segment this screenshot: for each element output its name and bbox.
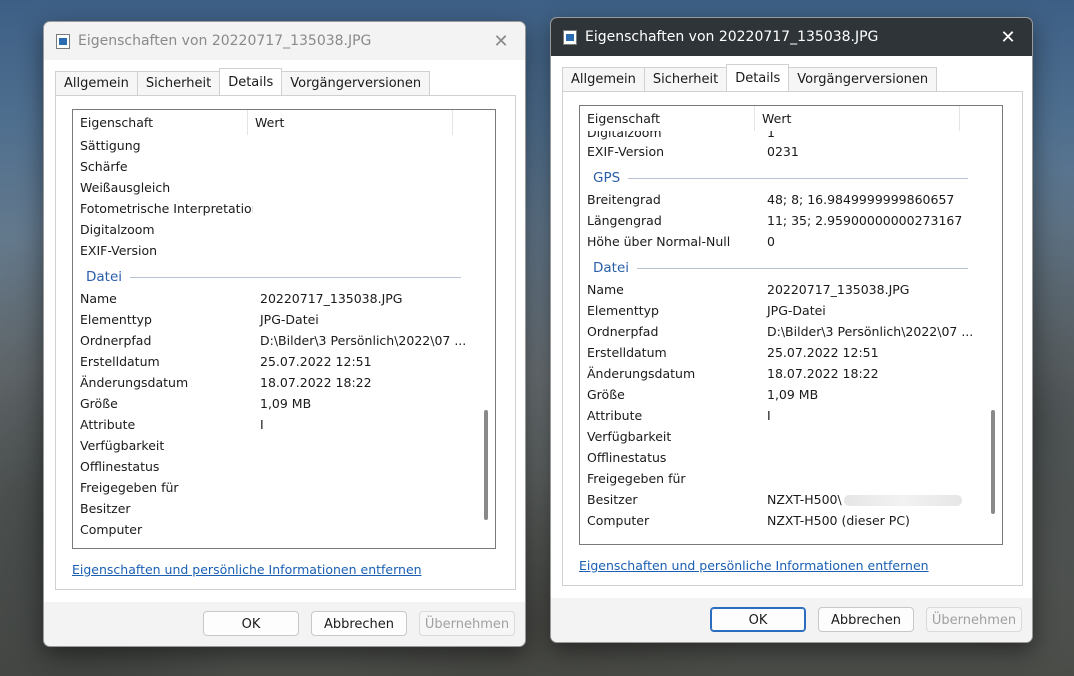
properties-dialog-active: Eigenschaften von 20220717_135038.JPG ✕ …: [550, 17, 1033, 643]
tab-vorgaengerversionen[interactable]: Vorgängerversionen: [281, 71, 431, 96]
table-row[interactable]: Computer NZXT-H500 (dieser PC): [580, 510, 978, 531]
title-bar[interactable]: Eigenschaften von 20220717_135038.JPG ✕: [44, 22, 525, 60]
scrollbar-thumb[interactable]: [991, 410, 995, 514]
column-header-property[interactable]: Eigenschaft: [73, 110, 247, 135]
dialog-body: Allgemein Sicherheit Details Vorgängerve…: [551, 56, 1032, 598]
table-row[interactable]: Verfügbarkeit: [580, 426, 978, 447]
group-divider: [637, 267, 968, 269]
list-header: Eigenschaft Wert: [73, 110, 471, 135]
list-header: Eigenschaft Wert: [580, 106, 978, 131]
table-row[interactable]: Attribute I: [580, 405, 978, 426]
title-bar[interactable]: Eigenschaften von 20220717_135038.JPG ✕: [551, 18, 1032, 56]
dialog-footer: OK Abbrechen Übernehmen: [551, 598, 1032, 642]
table-row[interactable]: Schärfe: [73, 156, 471, 177]
vertical-scrollbar[interactable]: [990, 106, 996, 544]
scrollbar-thumb[interactable]: [484, 410, 488, 520]
window-title: Eigenschaften von 20220717_135038.JPG: [585, 29, 879, 45]
details-panel: Eigenschaft Wert Digitalzoom 1 EXIF-Versi…: [562, 91, 1023, 586]
tab-strip: Allgemein Sicherheit Details Vorgängerve…: [55, 68, 431, 96]
group-header-datei[interactable]: Datei: [73, 266, 471, 288]
group-header-datei[interactable]: Datei: [580, 257, 978, 279]
group-divider: [628, 177, 968, 179]
table-row[interactable]: Computer: [73, 519, 471, 540]
property-list[interactable]: Eigenschaft Wert Digitalzoom 1 EXIF-Versi…: [579, 105, 1003, 545]
table-row[interactable]: Breitengrad 48; 8; 16.9849999999860657: [580, 189, 978, 210]
tab-details[interactable]: Details: [726, 64, 790, 91]
properties-dialog-inactive: Eigenschaften von 20220717_135038.JPG ✕ …: [43, 21, 526, 647]
ok-button[interactable]: OK: [203, 611, 299, 636]
close-icon[interactable]: ✕: [487, 28, 515, 54]
table-row[interactable]: Name 20220717_135038.JPG: [580, 279, 978, 300]
table-row[interactable]: EXIF-Version: [73, 240, 471, 261]
dialog-footer: OK Abbrechen Übernehmen: [44, 602, 525, 646]
table-row[interactable]: Größe 1,09 MB: [580, 384, 978, 405]
redacted-username: [843, 495, 962, 506]
image-file-icon: [56, 33, 70, 49]
remove-properties-link[interactable]: Eigenschaften und persönliche Informatio…: [72, 562, 422, 577]
table-row[interactable]: Änderungsdatum 18.07.2022 18:22: [580, 363, 978, 384]
image-file-icon: [563, 29, 577, 45]
cancel-button[interactable]: Abbrechen: [818, 607, 914, 632]
dialog-body: Allgemein Sicherheit Details Vorgängerve…: [44, 60, 525, 602]
tab-allgemein[interactable]: Allgemein: [55, 71, 138, 96]
column-header-spacer: [452, 110, 471, 135]
column-header-spacer: [959, 106, 978, 131]
table-row[interactable]: Elementtyp JPG-Datei: [580, 300, 978, 321]
table-row[interactable]: Freigegeben für: [73, 477, 471, 498]
table-row[interactable]: Digitalzoom: [73, 219, 471, 240]
tab-sicherheit[interactable]: Sicherheit: [643, 67, 728, 92]
group-header-gps[interactable]: GPS: [580, 167, 978, 189]
vertical-scrollbar[interactable]: [483, 110, 489, 548]
details-panel: Eigenschaft Wert Sättigung Schärfe Weißa…: [55, 95, 516, 590]
table-row[interactable]: Besitzer NZXT-H500\: [580, 489, 978, 510]
list-rows: Digitalzoom 1 EXIF-Version 0231 GPS Breite…: [580, 131, 978, 531]
table-row[interactable]: Höhe über Normal-Null 0: [580, 231, 978, 252]
window-title: Eigenschaften von 20220717_135038.JPG: [78, 33, 372, 49]
table-row[interactable]: Elementtyp JPG-Datei: [73, 309, 471, 330]
close-icon[interactable]: ✕: [994, 24, 1022, 50]
tab-strip: Allgemein Sicherheit Details Vorgängerve…: [562, 64, 938, 92]
column-header-value[interactable]: Wert: [754, 106, 959, 131]
list-rows: Sättigung Schärfe Weißausgleich Fotometr…: [73, 135, 471, 540]
table-row[interactable]: Freigegeben für: [580, 468, 978, 489]
table-row[interactable]: Fotometrische Interpretation: [73, 198, 471, 219]
table-row[interactable]: EXIF-Version 0231: [580, 141, 978, 162]
table-row[interactable]: Ordnerpfad D:\Bilder\3 Persönlich\2022\07…: [73, 330, 471, 351]
table-row[interactable]: Offlinestatus: [580, 447, 978, 468]
table-row[interactable]: Weißausgleich: [73, 177, 471, 198]
apply-button[interactable]: Übernehmen: [926, 607, 1022, 632]
table-row[interactable]: Digitalzoom 1: [580, 131, 978, 141]
apply-button[interactable]: Übernehmen: [419, 611, 515, 636]
table-row[interactable]: Erstelldatum 25.07.2022 12:51: [580, 342, 978, 363]
group-divider: [130, 276, 461, 278]
table-row[interactable]: Sättigung: [73, 135, 471, 156]
table-row[interactable]: Erstelldatum 25.07.2022 12:51: [73, 351, 471, 372]
table-row[interactable]: Attribute I: [73, 414, 471, 435]
table-row[interactable]: Änderungsdatum 18.07.2022 18:22: [73, 372, 471, 393]
table-row[interactable]: Ordnerpfad D:\Bilder\3 Persönlich\2022\07…: [580, 321, 978, 342]
table-row[interactable]: Längengrad 11; 35; 2.95900000000273167: [580, 210, 978, 231]
tab-sicherheit[interactable]: Sicherheit: [136, 71, 221, 96]
tab-vorgaengerversionen[interactable]: Vorgängerversionen: [788, 67, 938, 92]
table-row[interactable]: Offlinestatus: [73, 456, 471, 477]
table-row[interactable]: Verfügbarkeit: [73, 435, 471, 456]
table-row[interactable]: Name 20220717_135038.JPG: [73, 288, 471, 309]
table-row[interactable]: Besitzer: [73, 498, 471, 519]
ok-button[interactable]: OK: [710, 607, 806, 632]
tab-allgemein[interactable]: Allgemein: [562, 67, 645, 92]
table-row[interactable]: Größe 1,09 MB: [73, 393, 471, 414]
tab-details[interactable]: Details: [219, 68, 283, 95]
cancel-button[interactable]: Abbrechen: [311, 611, 407, 636]
remove-properties-link[interactable]: Eigenschaften und persönliche Informatio…: [579, 558, 929, 573]
property-list[interactable]: Eigenschaft Wert Sättigung Schärfe Weißa…: [72, 109, 496, 549]
column-header-value[interactable]: Wert: [247, 110, 452, 135]
column-header-property[interactable]: Eigenschaft: [580, 106, 754, 131]
